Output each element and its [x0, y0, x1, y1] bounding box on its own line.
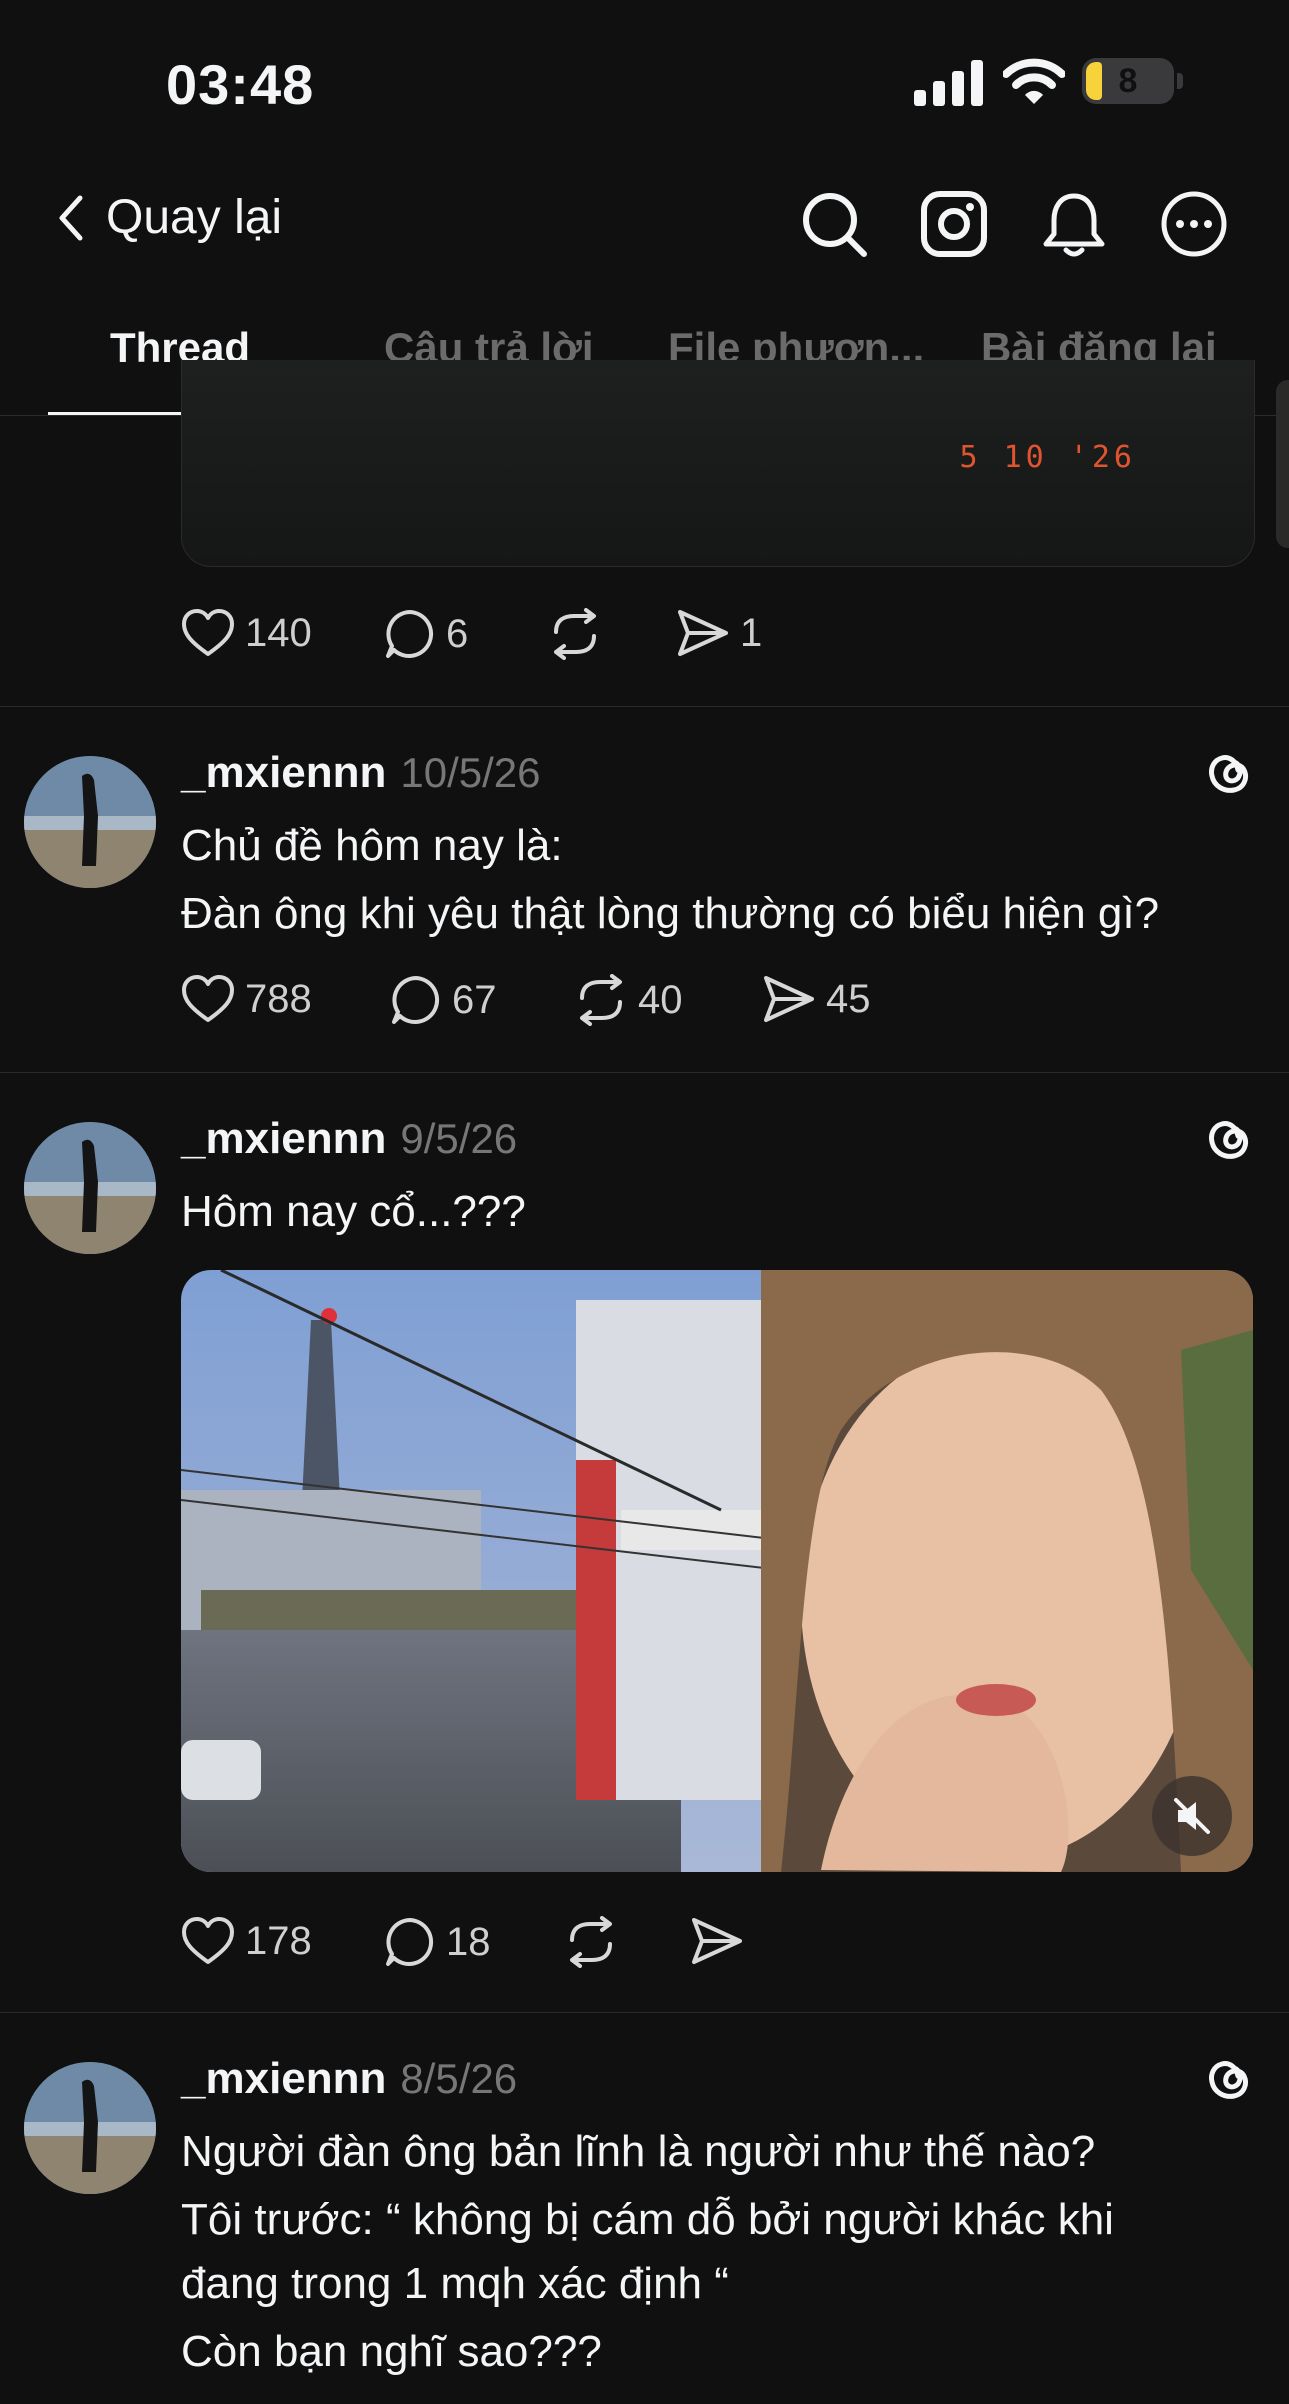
instagram-icon[interactable] — [920, 190, 988, 258]
post-media-image[interactable]: 5 10 '26 — [181, 360, 1255, 567]
back-label: Quay lại — [106, 191, 283, 244]
post-date: 9/5/26 — [400, 1115, 518, 1162]
repost-button[interactable] — [548, 608, 602, 660]
status-time: 03:48 — [166, 53, 315, 116]
heart-icon — [182, 975, 234, 1022]
post-text-line: Tôi trước: “ không bị cám dỗ bởi người k… — [181, 2195, 1114, 2244]
threads-logo-icon[interactable] — [1198, 746, 1254, 802]
avatar-image — [24, 756, 156, 888]
share-count: 45 — [826, 976, 871, 1021]
mute-button[interactable] — [1152, 1776, 1232, 1856]
avatar-image — [24, 1122, 156, 1254]
threads-logo-icon[interactable] — [1198, 2052, 1254, 2108]
speaker-muted-icon — [1174, 1798, 1210, 1834]
more-icon[interactable] — [1160, 190, 1228, 258]
post-text-line: đang trong 1 mqh xác định “ — [181, 2259, 729, 2308]
post-divider — [0, 2012, 1289, 2013]
chevron-left-icon — [59, 195, 83, 240]
repost-icon — [570, 1916, 612, 1968]
like-count: 178 — [245, 1918, 312, 1963]
post-text-line: Hôm nay cổ...??? — [181, 1187, 526, 1236]
like-button[interactable]: 788 — [181, 974, 312, 1024]
reply-button[interactable]: 6 — [384, 608, 468, 660]
heart-icon — [182, 609, 234, 656]
repost-count: 40 — [638, 977, 683, 1022]
battery-indicator: 8 — [1082, 58, 1183, 104]
username[interactable]: _mxiennn — [181, 1114, 386, 1163]
like-button[interactable]: 140 — [181, 608, 312, 658]
back-button[interactable]: Quay lại — [56, 190, 282, 245]
like-count: 140 — [245, 610, 312, 655]
post-video[interactable] — [181, 1270, 1253, 1872]
reply-count: 6 — [446, 611, 469, 656]
post-text-line: Đàn ông khi yêu thật lòng thường có biểu… — [181, 889, 1160, 938]
repost-button[interactable] — [564, 1916, 618, 1968]
post-text-line: Người đàn ông bản lĩnh là người như thế … — [181, 2127, 1096, 2176]
post-date: 10/5/26 — [400, 749, 541, 796]
comment-icon — [386, 610, 434, 658]
comment-icon — [386, 1918, 434, 1966]
repost-icon — [554, 608, 596, 660]
next-media-peek — [1276, 380, 1289, 548]
like-button[interactable]: 178 — [181, 1916, 312, 1966]
avatar-image — [24, 2062, 156, 2194]
share-button[interactable]: 1 — [676, 608, 762, 658]
post-date: 8/5/26 — [400, 2055, 518, 2102]
cellular-signal-icon — [914, 60, 983, 106]
share-button[interactable]: 45 — [762, 974, 871, 1024]
reply-count: 18 — [446, 1919, 491, 1964]
send-icon — [692, 1918, 742, 1964]
avatar[interactable] — [24, 1122, 156, 1254]
send-icon — [764, 976, 814, 1022]
battery-level: 8 — [1118, 62, 1138, 100]
post-divider — [0, 1072, 1289, 1073]
repost-button[interactable]: 40 — [574, 974, 683, 1026]
send-icon — [678, 610, 728, 656]
heart-icon — [182, 1917, 234, 1964]
username[interactable]: _mxiennn — [181, 748, 386, 797]
post-text-line: Chủ đề hôm nay là: — [181, 821, 563, 870]
reply-count: 67 — [452, 977, 497, 1022]
post-divider — [0, 706, 1289, 707]
reply-button[interactable]: 18 — [384, 1916, 491, 1968]
threads-logo-icon[interactable] — [1198, 1112, 1254, 1168]
search-icon[interactable] — [800, 190, 868, 258]
comment-icon — [392, 976, 440, 1024]
username[interactable]: _mxiennn — [181, 2054, 386, 2103]
video-frame — [181, 1270, 1253, 1872]
repost-icon — [580, 974, 622, 1026]
avatar[interactable] — [24, 2062, 156, 2194]
reply-button[interactable]: 67 — [390, 974, 497, 1026]
like-count: 788 — [245, 976, 312, 1021]
post-text-line: Còn bạn nghĩ sao??? — [181, 2327, 602, 2376]
avatar[interactable] — [24, 756, 156, 888]
wifi-icon — [1003, 58, 1065, 104]
photo-date-stamp: 5 10 '26 — [959, 440, 1136, 475]
share-count: 1 — [740, 610, 763, 655]
share-button[interactable] — [690, 1916, 744, 1966]
bell-icon[interactable] — [1040, 190, 1108, 258]
